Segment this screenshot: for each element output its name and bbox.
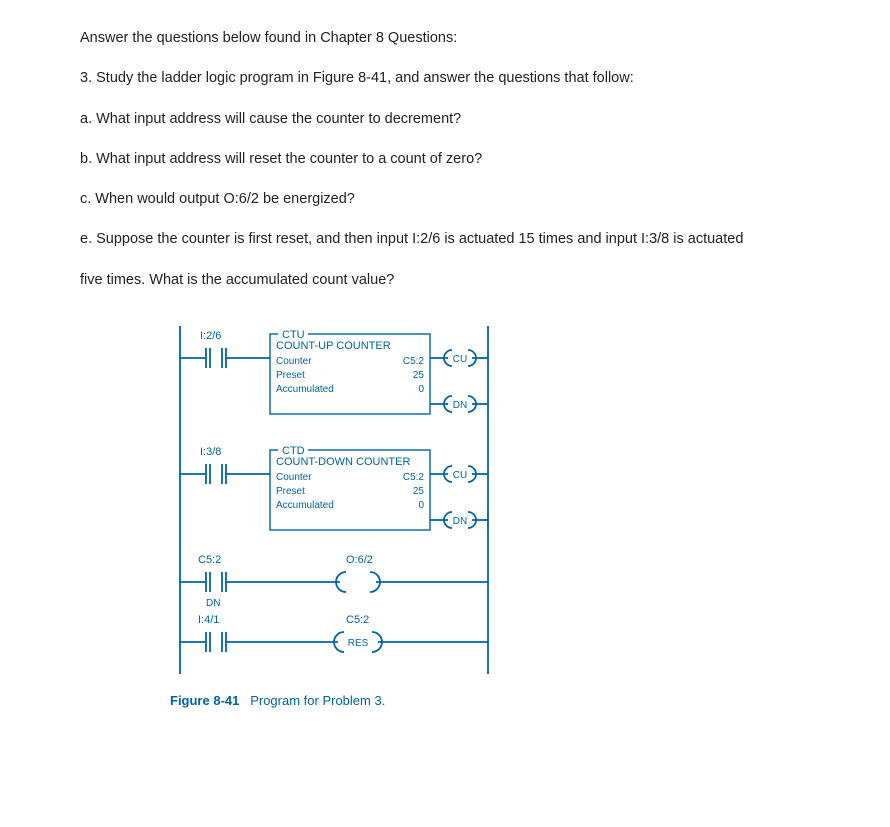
rung4-output-label: C5:2 [346, 614, 369, 626]
rung2-block-title: COUNT-DOWN COUNTER [276, 456, 410, 468]
rung2-cu-label: CU [453, 470, 467, 481]
rung2-input-label: I:3/8 [200, 446, 221, 458]
rung1-block-title: COUNT-UP COUNTER [276, 340, 391, 352]
question-b: b. What input address will reset the cou… [80, 149, 860, 169]
rung1-r1-value: 25 [413, 370, 425, 381]
rung2-r2-label: Accumulated [276, 500, 334, 511]
caption-text: Program for Problem 3. [250, 693, 385, 708]
question-a: a. What input address will cause the cou… [80, 109, 860, 129]
rung2-r0-value: C5:2 [403, 472, 425, 483]
question-3: 3. Study the ladder logic program in Fig… [80, 68, 860, 88]
ladder-diagram: .wire { stroke:#0164a6; stroke-width:1.8… [170, 316, 860, 710]
rung1-r0-value: C5:2 [403, 356, 425, 367]
rung1-r1-label: Preset [276, 370, 305, 381]
rung2-dn-label: DN [453, 516, 467, 527]
rung1-r0-label: Counter [276, 356, 312, 367]
figure-caption: Figure 8-41 Program for Problem 3. [170, 692, 860, 710]
rung1-dn-label: DN [453, 400, 467, 411]
question-e-line1: e. Suppose the counter is first reset, a… [80, 229, 860, 249]
rung2-r1-label: Preset [276, 486, 305, 497]
rung4-res-symbol: RES [348, 638, 369, 649]
intro-text: Answer the questions below found in Chap… [80, 28, 860, 48]
rung1-r2-value: 0 [418, 384, 424, 395]
rung2-r2-value: 0 [418, 500, 424, 511]
rung3-input-sub: DN [206, 598, 220, 609]
rung3-output-label: O:6/2 [346, 554, 373, 566]
rung1-r2-label: Accumulated [276, 384, 334, 395]
caption-bold: Figure 8-41 [170, 693, 239, 708]
rung3-input-label: C5:2 [198, 554, 221, 566]
question-e-line2: five times. What is the accumulated coun… [80, 270, 860, 290]
question-c: c. When would output O:6/2 be energized? [80, 189, 860, 209]
rung2-r0-label: Counter [276, 472, 312, 483]
rung4-input-label: I:4/1 [198, 614, 219, 626]
rung1-input-label: I:2/6 [200, 330, 221, 342]
rung2-r1-value: 25 [413, 486, 425, 497]
rung1-cu-label: CU [453, 354, 467, 365]
